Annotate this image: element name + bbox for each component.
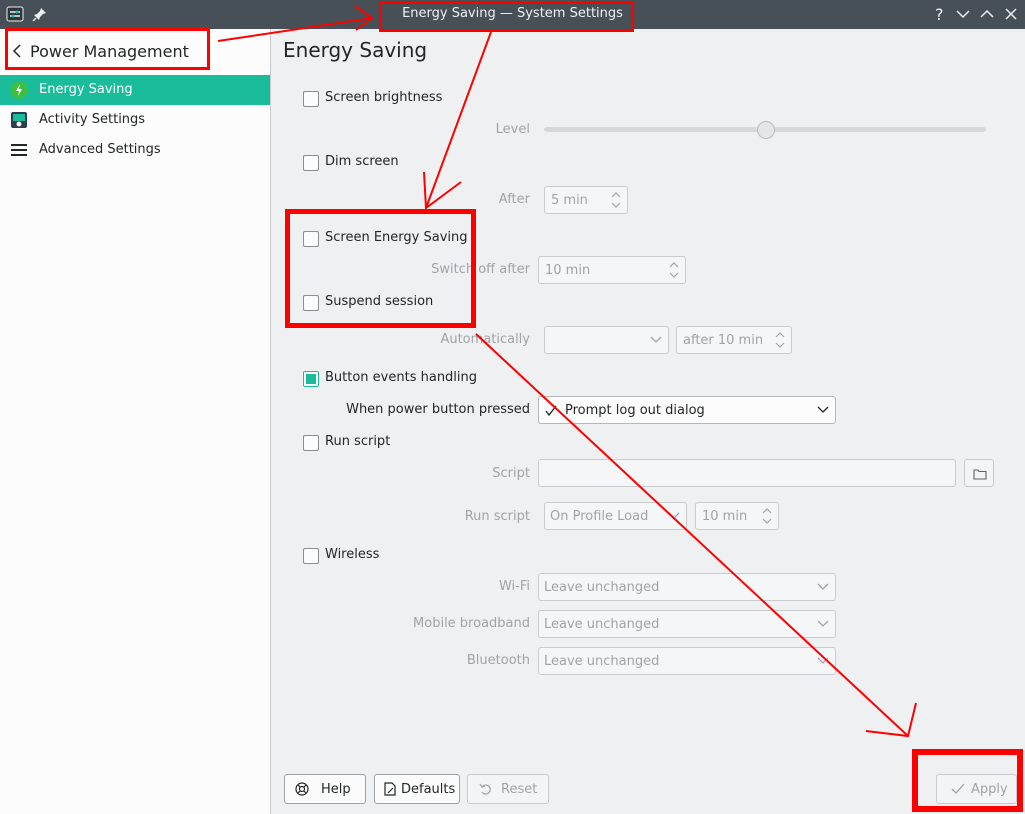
lifebuoy-icon bbox=[295, 782, 309, 796]
wifi-combo[interactable]: Leave unchanged bbox=[538, 573, 836, 601]
button-events-checkbox[interactable]: Button events handling bbox=[303, 370, 523, 390]
run-script-when-combo[interactable]: On Profile Load bbox=[544, 502, 687, 530]
help-icon[interactable]: ? bbox=[928, 4, 950, 24]
chevron-down-icon bbox=[650, 336, 662, 343]
dim-after-spinbox[interactable]: 5 min bbox=[544, 186, 628, 214]
wifi-label: Wi-Fi bbox=[498, 579, 530, 594]
button-label: Help bbox=[321, 782, 351, 797]
level-label: Level bbox=[495, 122, 530, 137]
run-script-when-label: Run script bbox=[464, 509, 530, 524]
spin-arrows-icon[interactable] bbox=[775, 330, 785, 350]
checkbox-box[interactable] bbox=[303, 548, 319, 564]
sidebar-item-advanced-settings[interactable]: Advanced Settings bbox=[0, 135, 270, 165]
spinbox-value: 10 min bbox=[545, 263, 591, 278]
run-script-checkbox[interactable]: Run script bbox=[303, 434, 503, 454]
sidebar-item-label: Energy Saving bbox=[39, 82, 133, 97]
minimize-chevron-icon[interactable] bbox=[952, 4, 974, 24]
combo-value: Prompt log out dialog bbox=[565, 403, 705, 418]
help-button[interactable]: Help bbox=[284, 774, 366, 804]
chevron-down-icon bbox=[817, 620, 829, 627]
screen-brightness-checkbox[interactable]: Screen brightness bbox=[303, 90, 503, 110]
sidebar-item-activity-settings[interactable]: Activity Settings bbox=[0, 105, 270, 135]
main-panel: Energy Saving Screen brightness Level Di… bbox=[271, 29, 1025, 814]
chevron-down-icon bbox=[668, 512, 680, 519]
button-label: Reset bbox=[501, 782, 538, 797]
bluetooth-combo[interactable]: Leave unchanged bbox=[538, 647, 836, 675]
checkbox-box[interactable] bbox=[303, 371, 319, 387]
script-path-input[interactable] bbox=[538, 459, 956, 487]
combo-value: Leave unchanged bbox=[544, 654, 660, 669]
mobile-broadband-combo[interactable]: Leave unchanged bbox=[538, 610, 836, 638]
reset-button[interactable]: Reset bbox=[467, 774, 549, 804]
checkbox-label: Screen brightness bbox=[325, 90, 443, 105]
checkmark-icon bbox=[545, 405, 557, 417]
checkbox-box[interactable] bbox=[303, 91, 319, 107]
energy-saving-icon bbox=[10, 81, 28, 99]
automatically-label: Automatically bbox=[440, 332, 530, 347]
spin-arrows-icon[interactable] bbox=[669, 260, 679, 280]
dim-screen-checkbox[interactable]: Dim screen bbox=[303, 154, 503, 174]
annotation-box-power-management bbox=[5, 28, 210, 70]
combo-value: Leave unchanged bbox=[544, 580, 660, 595]
page-title: Energy Saving bbox=[283, 38, 428, 62]
spinbox-value: 10 min bbox=[702, 509, 748, 524]
sidebar-item-label: Advanced Settings bbox=[39, 142, 161, 157]
switch-off-spinbox[interactable]: 10 min bbox=[538, 256, 686, 284]
checkbox-box[interactable] bbox=[303, 435, 319, 451]
combo-value: Leave unchanged bbox=[544, 617, 660, 632]
spinbox-value: 5 min bbox=[551, 193, 588, 208]
hamburger-menu-icon bbox=[11, 144, 27, 156]
checkbox-box[interactable] bbox=[303, 155, 319, 171]
checkbox-label: Wireless bbox=[325, 547, 380, 562]
spin-arrows-icon[interactable] bbox=[762, 506, 772, 526]
spinbox-value: after 10 min bbox=[683, 333, 764, 348]
bluetooth-label: Bluetooth bbox=[466, 653, 530, 668]
undo-icon bbox=[479, 783, 491, 795]
brightness-slider-handle[interactable] bbox=[757, 121, 775, 139]
run-script-time-spinbox[interactable]: 10 min bbox=[695, 502, 779, 530]
checkbox-label: Dim screen bbox=[325, 154, 399, 169]
sidebar-item-label: Activity Settings bbox=[39, 112, 146, 127]
browse-folder-button[interactable] bbox=[964, 459, 994, 487]
activity-settings-icon bbox=[11, 112, 27, 128]
power-button-label: When power button pressed bbox=[346, 402, 530, 417]
maximize-chevron-icon[interactable] bbox=[976, 4, 998, 24]
folder-icon bbox=[973, 469, 987, 480]
chevron-down-icon bbox=[817, 583, 829, 590]
checkbox-label: Run script bbox=[325, 434, 391, 449]
combo-value: On Profile Load bbox=[550, 509, 649, 524]
annotation-box-apply bbox=[912, 749, 1023, 812]
svg-text:?: ? bbox=[935, 5, 944, 24]
chevron-down-icon bbox=[817, 657, 829, 664]
sidebar-item-energy-saving[interactable]: Energy Saving bbox=[0, 75, 270, 105]
close-icon[interactable] bbox=[1000, 4, 1022, 24]
power-button-combo[interactable]: Prompt log out dialog bbox=[538, 396, 836, 424]
sidebar: Power Management Energy Saving Activity … bbox=[0, 29, 271, 814]
chevron-down-icon bbox=[817, 406, 829, 413]
mobile-broadband-label: Mobile broadband bbox=[413, 616, 530, 631]
after-label: After bbox=[498, 192, 530, 207]
button-label: Defaults bbox=[401, 782, 456, 797]
annotation-box-window-title bbox=[379, 1, 634, 32]
spin-arrows-icon[interactable] bbox=[611, 190, 621, 210]
defaults-button[interactable]: Defaults bbox=[374, 774, 460, 804]
suspend-action-combo[interactable] bbox=[544, 326, 669, 354]
suspend-after-spinbox[interactable]: after 10 min bbox=[676, 326, 792, 354]
wireless-checkbox[interactable]: Wireless bbox=[303, 547, 503, 567]
script-label: Script bbox=[492, 466, 530, 481]
checkbox-label: Button events handling bbox=[325, 370, 478, 385]
annotation-box-energy-options bbox=[285, 209, 476, 328]
document-defaults-icon bbox=[384, 782, 396, 796]
